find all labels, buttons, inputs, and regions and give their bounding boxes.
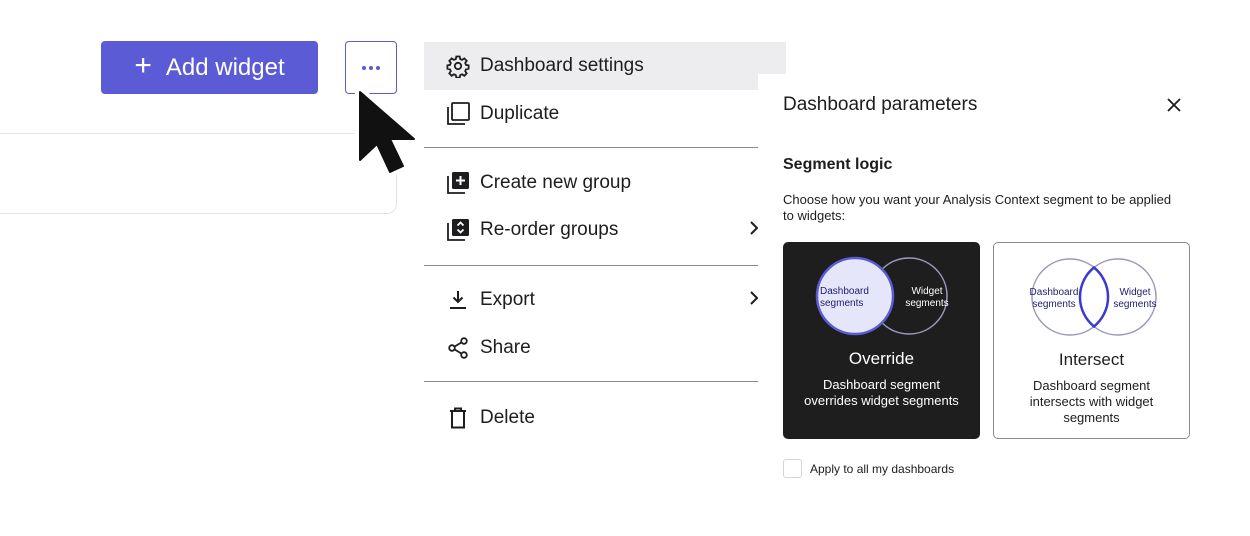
menu-item-export[interactable]: Export (424, 276, 759, 324)
menu-item-delete[interactable]: Delete (424, 394, 759, 442)
circle-left-label-line-1: Dashboard (1029, 287, 1078, 298)
circle-left-label-line-2: segments (1032, 299, 1075, 310)
menu-item-label: Dashboard settings (480, 55, 644, 76)
menu-item-label: Duplicate (480, 103, 560, 124)
menu-item-label: Share (480, 337, 531, 358)
apply-all-label: Apply to all my dashboards (810, 461, 955, 476)
override-description: Dashboard segment overrides widget segme… (804, 377, 959, 408)
duplicate-icon (442, 98, 474, 130)
override-venn-diagram: Dashboard segments Widget segments (815, 256, 948, 336)
segment-logic-heading: Segment logic (783, 156, 893, 173)
circle-right-label-line-1: Widget (1119, 287, 1150, 298)
menu-item-duplicate[interactable]: Duplicate (424, 90, 759, 138)
apply-all-row: Apply to all my dashboards (783, 459, 954, 478)
intersect-option-card[interactable]: Dashboard segments Widget segments Inter… (993, 242, 1190, 439)
circle-left-label-line-2: segments (820, 298, 863, 309)
reorder-groups-icon (442, 214, 474, 246)
dashboard-parameters-panel: Dashboard parameters Segment logic Choos… (758, 74, 1228, 514)
intersect-title: Intersect (1058, 350, 1125, 369)
share-icon (442, 332, 474, 364)
mouse-cursor-icon (355, 87, 419, 177)
trash-icon (442, 402, 474, 434)
add-widget-label: Add widget (165, 53, 285, 81)
gear-icon (442, 50, 474, 82)
plus-icon: + (134, 49, 152, 82)
circle-right-label-line-2: segments (1113, 299, 1156, 310)
add-widget-button[interactable]: + Add widget (101, 41, 318, 94)
close-icon[interactable] (1163, 94, 1185, 116)
menu-item-label: Create new group (480, 172, 632, 193)
menu-divider (424, 381, 758, 382)
circle-left-label-line-1: Dashboard (820, 286, 869, 297)
download-icon (442, 284, 474, 316)
menu-item-label: Re-order groups (480, 219, 619, 240)
panel-title: Dashboard parameters (783, 94, 978, 115)
menu-divider (424, 147, 758, 148)
override-title: Override (848, 349, 915, 368)
dashboard-content-panel (0, 133, 397, 214)
circle-right-label-line-1: Widget (911, 286, 942, 297)
menu-item-create-new-group[interactable]: Create new group (424, 159, 759, 207)
intersect-venn-diagram: Dashboard segments Widget segments (1029, 258, 1157, 336)
more-horizontal-icon (362, 65, 380, 70)
circle-right-label-line-2: segments (905, 298, 948, 309)
menu-item-label: Export (480, 289, 535, 310)
menu-item-dashboard-settings[interactable]: Dashboard settings (424, 42, 786, 90)
menu-divider (424, 265, 758, 266)
intersect-description: Dashboard segment intersects with widget… (1029, 378, 1154, 425)
segment-logic-description: Choose how you want your Analysis Contex… (783, 192, 1172, 223)
apply-all-checkbox[interactable] (783, 459, 802, 478)
override-option-card[interactable]: Dashboard segments Widget segments Overr… (783, 242, 980, 439)
menu-item-reorder-groups[interactable]: Re-order groups (424, 206, 759, 254)
add-group-icon (442, 167, 474, 199)
menu-item-share[interactable]: Share (424, 324, 759, 372)
menu-item-label: Delete (480, 407, 535, 428)
